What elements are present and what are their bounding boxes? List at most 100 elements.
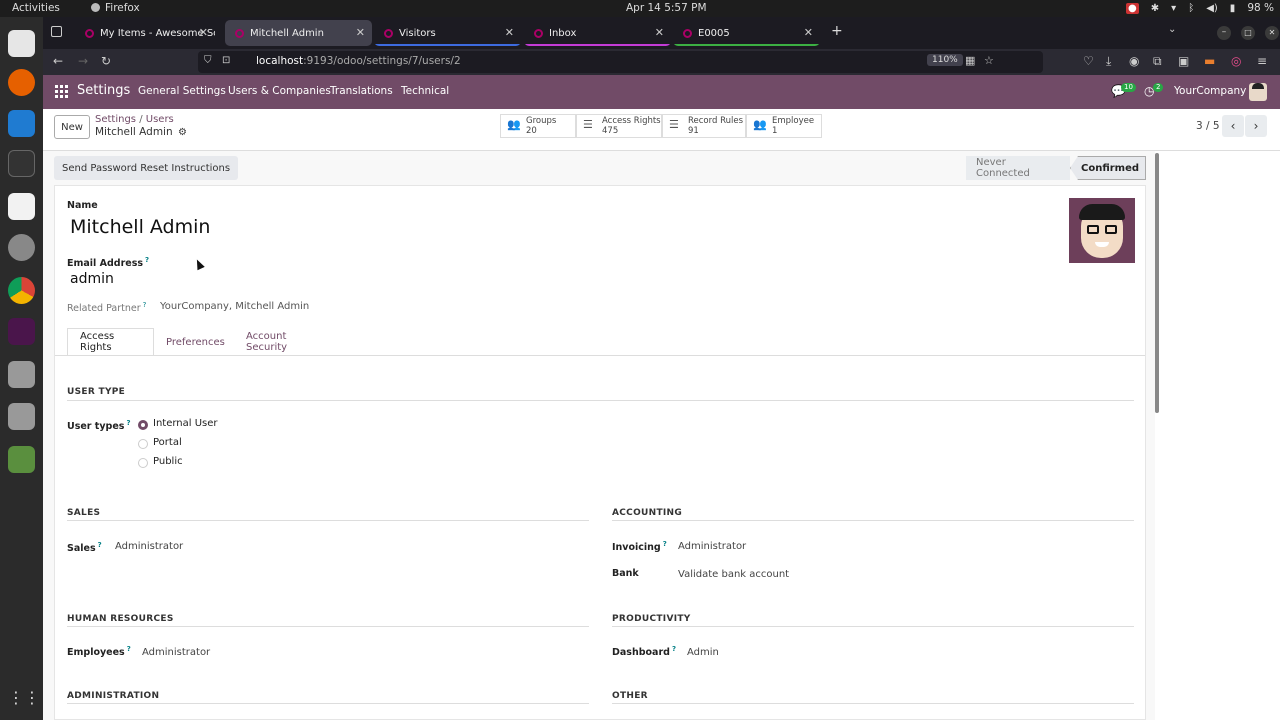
battery-level: 98 % — [1247, 2, 1274, 14]
tab-access-rights[interactable]: Access Rights — [67, 328, 154, 356]
stage-never-connected[interactable]: Never Connected — [966, 156, 1070, 180]
extension-icon-2[interactable]: ▬ — [1204, 54, 1215, 68]
tab-visitors[interactable]: Visitors ✕ — [374, 20, 521, 46]
radio-portal[interactable] — [138, 439, 148, 449]
record-title: Mitchell Admin ⚙ — [95, 126, 187, 138]
menu-translations[interactable]: Translations — [330, 85, 393, 97]
bank-label: Bank — [612, 568, 639, 579]
pager-value[interactable]: 3 / 5 — [1196, 120, 1220, 132]
slack-icon[interactable] — [8, 318, 35, 345]
tab-title: Mitchell Admin — [250, 27, 324, 39]
bank-value[interactable]: Validate bank account — [678, 569, 789, 580]
sales-value[interactable]: Administrator — [115, 541, 183, 552]
tab-preferences[interactable]: Preferences — [154, 328, 237, 356]
tab-account-security[interactable]: Account Security — [234, 328, 299, 356]
public-label[interactable]: Public — [153, 456, 183, 467]
close-icon[interactable]: ✕ — [655, 26, 664, 39]
pager-next-icon[interactable]: › — [1245, 115, 1267, 137]
dock: ⋮⋮ — [0, 17, 43, 720]
tab-mitchell-admin[interactable]: Mitchell Admin ✕ — [225, 20, 372, 46]
app-brand[interactable]: Settings — [77, 83, 130, 98]
tab-inbox[interactable]: Inbox ✕ — [524, 20, 671, 46]
menu-technical[interactable]: Technical — [401, 85, 449, 97]
ssd-drive-icon-2[interactable] — [8, 403, 35, 430]
forward-icon[interactable]: → — [78, 54, 88, 68]
text-editor-icon[interactable] — [8, 193, 35, 220]
invoicing-value[interactable]: Administrator — [678, 541, 746, 552]
terminal-icon[interactable] — [8, 150, 35, 177]
groups-smart-button[interactable]: 👥 Groups 20 — [500, 114, 576, 138]
ssd-drive-icon[interactable] — [8, 361, 35, 388]
employee-smart-button[interactable]: 👥 Employee 1 — [746, 114, 822, 138]
user-avatar[interactable] — [1249, 83, 1267, 101]
firefox-dock-icon[interactable] — [8, 69, 35, 96]
extensions-icon[interactable]: ⧉ — [1153, 54, 1162, 69]
access-rights-smart-button[interactable]: ☰ Access Rights 475 — [576, 114, 662, 138]
close-icon[interactable]: ✕ — [356, 26, 365, 39]
reload-icon[interactable]: ↻ — [101, 54, 111, 68]
radio-public[interactable] — [138, 458, 148, 468]
internal-user-label[interactable]: Internal User — [153, 418, 218, 429]
smart-value: 475 — [602, 126, 619, 136]
menu-users-companies[interactable]: Users & Companies — [228, 85, 331, 97]
send-password-reset-button[interactable]: Send Password Reset Instructions — [54, 156, 239, 180]
menu-icon[interactable]: ≡ — [1257, 54, 1267, 68]
system-tray[interactable]: ● ✱ ▾ ᛒ ◀) ▮ 98 % — [1126, 2, 1274, 14]
breadcrumb-users[interactable]: Users — [146, 114, 174, 125]
show-apps-icon[interactable]: ⋮⋮ — [8, 684, 40, 711]
url-bar[interactable]: ⛉ ⊡ localhost:9193/odoo/settings/7/users… — [198, 51, 1043, 73]
zoom-level[interactable]: 110% — [927, 54, 963, 66]
account-icon[interactable]: ◉ — [1129, 54, 1139, 68]
dashboard-value[interactable]: Admin — [687, 647, 719, 658]
name-input[interactable]: Mitchell Admin — [70, 216, 210, 238]
extension-icon[interactable]: ▣ — [1178, 54, 1189, 68]
gear-icon[interactable]: ⚙ — [178, 127, 187, 138]
tab-overview-icon[interactable] — [51, 26, 62, 37]
extension-icon-3[interactable]: ◎ — [1231, 54, 1241, 68]
files-icon[interactable] — [8, 30, 35, 57]
radio-internal-user[interactable] — [138, 420, 148, 430]
shield-icon[interactable]: ⛉ — [204, 55, 212, 66]
stage-confirmed[interactable]: Confirmed — [1070, 156, 1146, 180]
pocket-icon[interactable]: ♡ — [1083, 54, 1094, 68]
email-input[interactable]: admin — [70, 271, 114, 287]
settings-icon[interactable] — [8, 234, 35, 261]
back-icon[interactable]: ← — [53, 54, 63, 68]
minimize-icon[interactable]: – — [1217, 26, 1231, 40]
employees-value[interactable]: Administrator — [142, 647, 210, 658]
list-icon: ☰ — [669, 118, 679, 131]
menu-general-settings[interactable]: General Settings — [138, 85, 226, 97]
new-button[interactable]: New — [54, 115, 90, 139]
vscode-icon[interactable] — [8, 110, 35, 137]
employees-label: Employees? — [67, 645, 131, 659]
clock[interactable]: Apr 14 5:57 PM — [626, 2, 707, 14]
pager-previous-icon[interactable]: ‹ — [1222, 115, 1244, 137]
portal-label[interactable]: Portal — [153, 437, 182, 448]
close-icon[interactable]: ✕ — [505, 26, 514, 39]
volume-icon: ◀) — [1206, 2, 1218, 14]
close-icon[interactable]: ✕ — [804, 26, 813, 39]
grid-icon[interactable]: ▦ — [965, 54, 975, 67]
close-window-icon[interactable]: ✕ — [1265, 26, 1279, 40]
tab-e0005[interactable]: E0005 ✕ — [673, 20, 820, 46]
app-menu-icon[interactable] — [55, 85, 68, 98]
productivity-section-title: PRODUCTIVITY — [612, 614, 691, 624]
company-switcher[interactable]: YourCompany — [1174, 85, 1246, 97]
tab-my-items[interactable]: My Items - Awesome Scre✕ — [75, 20, 215, 46]
lock-icon[interactable]: ⊡ — [222, 55, 230, 66]
maximize-icon[interactable]: □ — [1241, 26, 1255, 40]
related-partner-value[interactable]: YourCompany, Mitchell Admin — [160, 301, 309, 312]
chrome-icon[interactable] — [8, 277, 35, 304]
record-rules-smart-button[interactable]: ☰ Record Rules 91 — [662, 114, 746, 138]
breadcrumb-settings[interactable]: Settings — [95, 114, 136, 125]
activities-button[interactable]: Activities — [12, 2, 60, 14]
tab-list-icon[interactable]: ⌄ — [1168, 24, 1176, 35]
trash-icon[interactable] — [8, 446, 35, 473]
downloads-icon[interactable]: ⤓ — [1106, 54, 1111, 69]
new-tab-button[interactable]: + — [831, 23, 843, 39]
close-icon[interactable]: ✕ — [199, 26, 208, 39]
user-photo[interactable] — [1069, 198, 1135, 263]
bookmark-star-icon[interactable]: ☆ — [984, 54, 994, 67]
list-icon: ☰ — [583, 118, 593, 131]
scrollbar[interactable] — [1155, 153, 1159, 413]
